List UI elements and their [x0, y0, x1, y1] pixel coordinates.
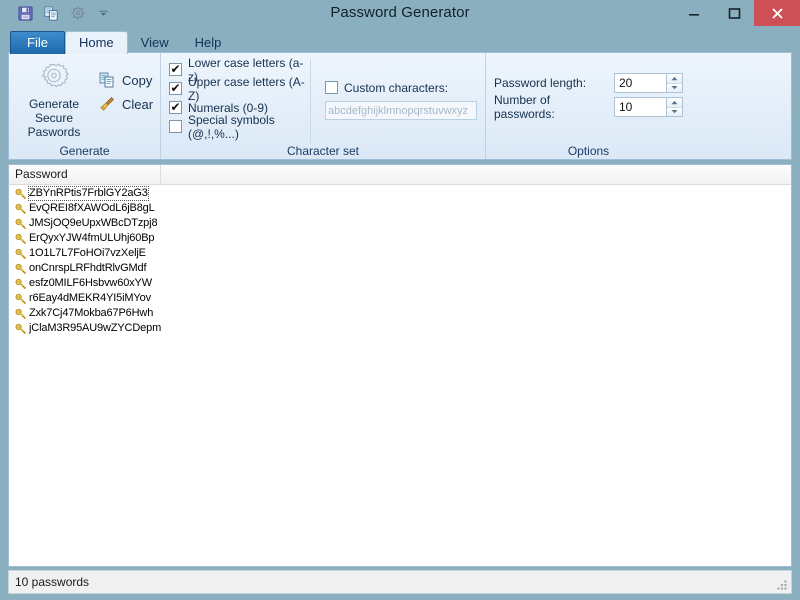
tab-file[interactable]: File — [10, 31, 65, 54]
checkbox-special-symbols-label: Special symbols (@,!,%...) — [188, 113, 306, 141]
ribbon: Generate Secure Paswords Copy — [8, 52, 792, 160]
checkbox-special-symbols[interactable]: Special symbols (@,!,%...) — [169, 117, 306, 136]
status-bar: 10 passwords — [8, 570, 792, 594]
tab-view[interactable]: View — [128, 32, 182, 54]
number-of-passwords-label: Number of passwords: — [494, 93, 614, 121]
copy-button[interactable]: Copy — [99, 72, 153, 88]
group-title-character-set: Character set — [161, 143, 485, 159]
checkbox-custom-characters-box[interactable] — [325, 81, 338, 94]
custom-characters-input[interactable]: abcdefghijklmnopqrstuvwxyz — [325, 101, 477, 120]
generate-button-label: Generate Secure Paswords — [15, 97, 93, 139]
number-of-passwords-input[interactable]: 10 — [614, 97, 666, 117]
password-value: JMSjOQ9eUpxWBcDTzpj8 — [29, 217, 157, 230]
ribbon-group-options: Password length: 20 — [486, 53, 691, 159]
key-icon — [15, 308, 27, 320]
table-row[interactable]: esfz0MILF6Hsbvw60xYW — [9, 276, 791, 291]
table-row[interactable]: JMSjOQ9eUpxWBcDTzpj8 — [9, 216, 791, 231]
maximize-button[interactable] — [714, 0, 754, 26]
table-row[interactable]: 1O1L7L7FoHOi7vzXeljE — [9, 246, 791, 261]
table-row[interactable]: jClaM3R95AU9wZYCDepm — [9, 321, 791, 336]
checkbox-custom-characters[interactable]: Custom characters: — [325, 78, 477, 97]
key-icon — [15, 203, 27, 215]
clear-button[interactable]: Clear — [99, 96, 153, 112]
table-row[interactable]: ZBYnRPtis7FrblGY2aG3 — [9, 186, 791, 201]
password-list-body[interactable]: ZBYnRPtis7FrblGY2aG3 EvQREI8fXAWOdL6jB8gL… — [9, 185, 791, 566]
app-window: Password Generator File Home View — [0, 0, 800, 600]
clear-button-label: Clear — [122, 97, 153, 112]
password-list-header: Password — [9, 165, 791, 185]
ribbon-group-generate: Generate Secure Paswords Copy — [9, 53, 161, 159]
password-value: r6Eay4dMEKR4YI5iMYov — [29, 292, 151, 305]
password-value: ErQyxYJW4fmULUhj60Bp — [29, 232, 154, 245]
number-of-passwords-stepper[interactable]: 10 — [614, 97, 683, 117]
resize-grip-icon[interactable] — [777, 579, 788, 590]
number-of-passwords-up-button[interactable] — [667, 98, 682, 108]
title-bar: Password Generator — [0, 0, 800, 28]
table-row[interactable]: r6Eay4dMEKR4YI5iMYov — [9, 291, 791, 306]
password-value: esfz0MILF6Hsbvw60xYW — [29, 277, 152, 290]
password-length-up-button[interactable] — [667, 74, 682, 84]
tab-help[interactable]: Help — [182, 32, 235, 54]
ribbon-group-character-set: ✔ Lower case letters (a-z) ✔ Upper case … — [161, 53, 486, 159]
number-of-passwords-arrows[interactable] — [666, 97, 683, 117]
key-icon — [15, 263, 27, 275]
password-value: Zxk7Cj47Mokba67P6Hwh — [29, 307, 153, 320]
password-length-label: Password length: — [494, 76, 614, 90]
option-password-length: Password length: 20 — [494, 71, 683, 95]
broom-icon — [99, 96, 115, 112]
checkbox-upper-case-label: Upper case letters (A-Z) — [188, 75, 306, 103]
table-row[interactable]: Zxk7Cj47Mokba67P6Hwh — [9, 306, 791, 321]
password-value: 1O1L7L7FoHOi7vzXeljE — [29, 247, 146, 260]
option-number-of-passwords: Number of passwords: 10 — [494, 95, 683, 119]
checkbox-special-symbols-box[interactable] — [169, 120, 182, 133]
window-controls — [674, 0, 800, 26]
password-list: Password ZBYnRPtis7FrblGY2aG3 EvQREI8fXAW… — [8, 164, 792, 567]
key-icon — [15, 278, 27, 290]
key-icon — [15, 248, 27, 260]
password-length-input[interactable]: 20 — [614, 73, 666, 93]
table-row[interactable]: ErQyxYJW4fmULUhj60Bp — [9, 231, 791, 246]
key-icon — [15, 293, 27, 305]
number-of-passwords-down-button[interactable] — [667, 108, 682, 117]
checkbox-numerals-box[interactable]: ✔ — [169, 101, 182, 114]
password-value: EvQREI8fXAWOdL6jB8gL — [29, 202, 155, 215]
close-button[interactable] — [754, 0, 800, 26]
password-value: ZBYnRPtis7FrblGY2aG3 — [29, 187, 148, 200]
tab-home[interactable]: Home — [65, 31, 128, 54]
password-value: jClaM3R95AU9wZYCDepm — [29, 322, 161, 335]
checkbox-lower-case-box[interactable]: ✔ — [169, 63, 182, 76]
key-icon — [15, 323, 27, 335]
copy-icon — [99, 72, 115, 88]
table-row[interactable]: onCnrspLRFhdtRlvGMdf — [9, 261, 791, 276]
ribbon-tabs: File Home View Help — [0, 28, 800, 52]
column-header-blank[interactable] — [161, 165, 791, 184]
group-title-generate: Generate — [9, 143, 160, 159]
copy-button-label: Copy — [122, 73, 152, 88]
gear-icon — [37, 61, 71, 95]
key-icon — [15, 188, 27, 200]
key-icon — [15, 233, 27, 245]
password-length-stepper[interactable]: 20 — [614, 73, 683, 93]
password-value: onCnrspLRFhdtRlvGMdf — [29, 262, 146, 275]
generate-secure-passwords-button[interactable]: Generate Secure Paswords — [15, 57, 93, 143]
status-text: 10 passwords — [9, 575, 89, 589]
checkbox-upper-case[interactable]: ✔ Upper case letters (A-Z) — [169, 79, 306, 98]
minimize-button[interactable] — [674, 0, 714, 26]
key-icon — [15, 218, 27, 230]
column-header-password[interactable]: Password — [9, 165, 161, 184]
table-row[interactable]: EvQREI8fXAWOdL6jB8gL — [9, 201, 791, 216]
checkbox-upper-case-box[interactable]: ✔ — [169, 82, 182, 95]
password-length-arrows[interactable] — [666, 73, 683, 93]
password-length-down-button[interactable] — [667, 84, 682, 93]
group-title-options: Options — [486, 143, 691, 159]
checkbox-custom-characters-label: Custom characters: — [344, 81, 448, 95]
